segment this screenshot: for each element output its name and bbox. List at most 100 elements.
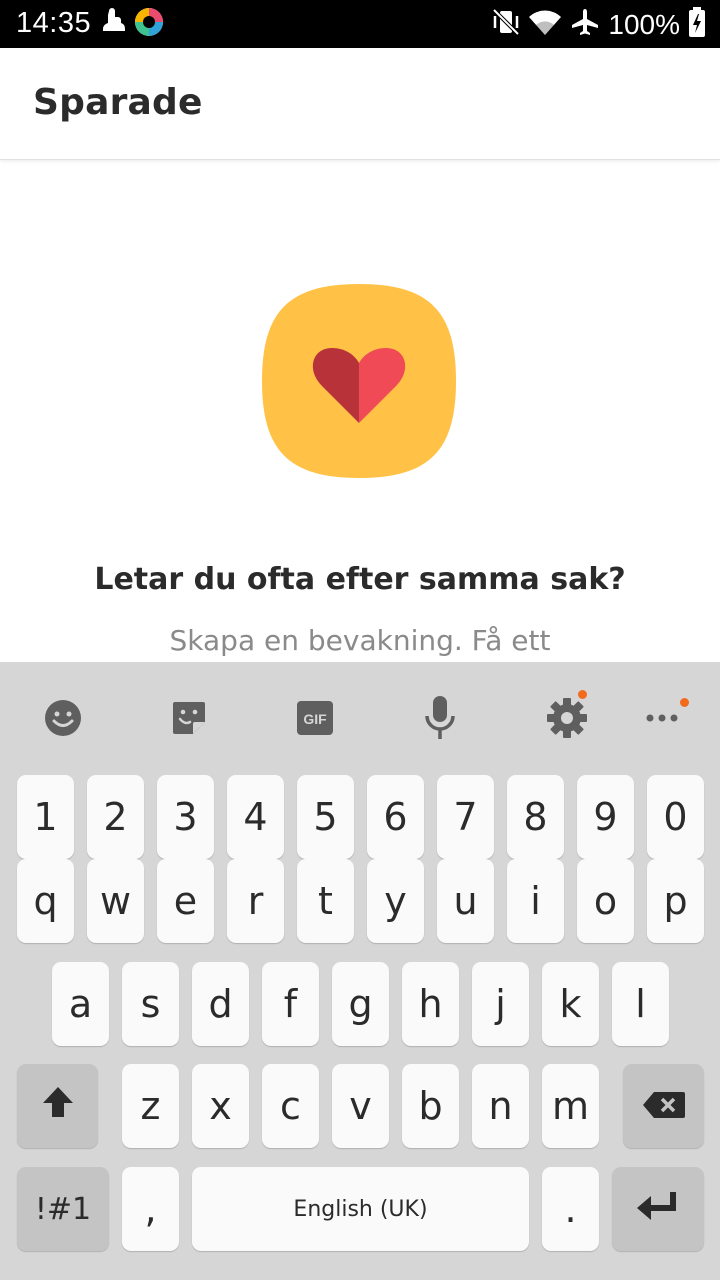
empty-state-title: Letar du ofta efter samma sak?: [94, 562, 626, 597]
number-key-label: 1: [33, 795, 58, 839]
letter-key-label: b: [418, 1084, 443, 1128]
settings-icon[interactable]: [543, 690, 591, 742]
letter-key-label: t: [318, 879, 333, 923]
letter-key[interactable]: v: [332, 1064, 389, 1148]
microphone-icon[interactable]: [416, 694, 464, 742]
period-key[interactable]: .: [542, 1167, 599, 1251]
letter-key[interactable]: k: [542, 962, 599, 1046]
backspace-icon: [642, 1084, 686, 1128]
wifi-icon: [528, 7, 562, 42]
letter-key[interactable]: p: [647, 859, 704, 943]
letter-key-label: j: [495, 982, 506, 1026]
letter-key[interactable]: f: [262, 962, 319, 1046]
letter-key[interactable]: b: [402, 1064, 459, 1148]
letter-key[interactable]: n: [472, 1064, 529, 1148]
letter-key[interactable]: u: [437, 859, 494, 943]
number-key[interactable]: 2: [87, 775, 144, 859]
number-key[interactable]: 1: [17, 775, 74, 859]
number-key-label: 0: [663, 795, 688, 839]
hand-icon: [100, 6, 128, 43]
app-badge-icon: [134, 7, 164, 42]
letter-key[interactable]: w: [87, 859, 144, 943]
letter-key-label: v: [349, 1084, 372, 1128]
letter-key[interactable]: i: [507, 859, 564, 943]
sticker-icon[interactable]: [165, 694, 213, 742]
number-key-label: 8: [523, 795, 548, 839]
symbols-key[interactable]: !#1: [17, 1167, 109, 1251]
number-key[interactable]: 7: [437, 775, 494, 859]
backspace-key[interactable]: [623, 1064, 704, 1148]
app-bar: Sparade: [0, 48, 720, 160]
letter-key[interactable]: j: [472, 962, 529, 1046]
letter-key[interactable]: y: [367, 859, 424, 943]
letter-key[interactable]: h: [402, 962, 459, 1046]
number-key-label: 7: [453, 795, 478, 839]
letter-key-label: h: [418, 982, 443, 1026]
number-key[interactable]: 0: [647, 775, 704, 859]
space-key[interactable]: English (UK): [192, 1167, 529, 1251]
letter-key[interactable]: m: [542, 1064, 599, 1148]
notification-dot: [578, 690, 587, 699]
keyboard-toolbar: GIF: [0, 662, 720, 770]
letter-key[interactable]: e: [157, 859, 214, 943]
number-key[interactable]: 3: [157, 775, 214, 859]
letter-key-label: m: [551, 1084, 590, 1128]
letter-key-label: x: [209, 1084, 232, 1128]
period-key-label: .: [564, 1187, 577, 1231]
letter-key[interactable]: s: [122, 962, 179, 1046]
letter-key[interactable]: r: [227, 859, 284, 943]
notification-dot: [680, 698, 689, 707]
letter-key[interactable]: c: [262, 1064, 319, 1148]
number-key[interactable]: 9: [577, 775, 634, 859]
letter-key[interactable]: q: [17, 859, 74, 943]
letter-key[interactable]: l: [612, 962, 669, 1046]
number-key[interactable]: 6: [367, 775, 424, 859]
enter-key[interactable]: [612, 1167, 704, 1251]
enter-icon: [635, 1187, 681, 1231]
shift-key[interactable]: [17, 1064, 98, 1148]
letter-key-label: l: [635, 982, 646, 1026]
letter-key-label: q: [33, 879, 58, 923]
battery-percent: 100%: [608, 8, 680, 40]
letter-key-label: y: [384, 879, 407, 923]
letter-key-label: n: [488, 1084, 513, 1128]
letter-key[interactable]: z: [122, 1064, 179, 1148]
more-icon[interactable]: [640, 694, 689, 742]
letter-key-label: p: [663, 879, 688, 923]
letter-key[interactable]: t: [297, 859, 354, 943]
number-key-label: 5: [313, 795, 338, 839]
letter-key[interactable]: x: [192, 1064, 249, 1148]
number-key[interactable]: 4: [227, 775, 284, 859]
gif-icon[interactable]: GIF: [291, 694, 339, 742]
letter-key-label: i: [530, 879, 541, 923]
letter-key[interactable]: d: [192, 962, 249, 1046]
on-screen-keyboard: GIF 1 2 3 4 5 6 7 8 9 0 qwe r t y u i o p a s d f g h j k l z x c v…: [0, 662, 720, 1280]
letter-key[interactable]: g: [332, 962, 389, 1046]
battery-charging-icon: [688, 6, 706, 43]
letter-key-label: e: [173, 879, 198, 923]
number-key-label: 4: [243, 795, 268, 839]
letter-key[interactable]: o: [577, 859, 634, 943]
letter-key-label: u: [453, 879, 478, 923]
gif-label: GIF: [303, 711, 327, 727]
emoji-icon[interactable]: [39, 694, 87, 742]
number-key-label: 2: [103, 795, 128, 839]
number-key[interactable]: 8: [507, 775, 564, 859]
letter-key-label: s: [140, 982, 161, 1026]
letter-key[interactable]: a: [52, 962, 109, 1046]
number-key-label: 9: [593, 795, 618, 839]
number-key-label: 6: [383, 795, 408, 839]
shift-arrow-icon: [40, 1084, 76, 1129]
airplane-icon: [570, 7, 600, 42]
vibrate-mute-icon: [492, 7, 520, 42]
letter-key-label: a: [68, 982, 93, 1026]
number-key[interactable]: 5: [297, 775, 354, 859]
letter-key-label: w: [99, 879, 132, 923]
heart-icon: [260, 282, 458, 480]
space-key-label: English (UK): [293, 1196, 428, 1222]
page-title: Sparade: [33, 82, 203, 123]
symbols-key-label: !#1: [34, 1191, 92, 1227]
letter-key-label: o: [593, 879, 618, 923]
status-time: 14:35: [16, 7, 92, 39]
comma-key[interactable]: ,: [122, 1167, 179, 1251]
